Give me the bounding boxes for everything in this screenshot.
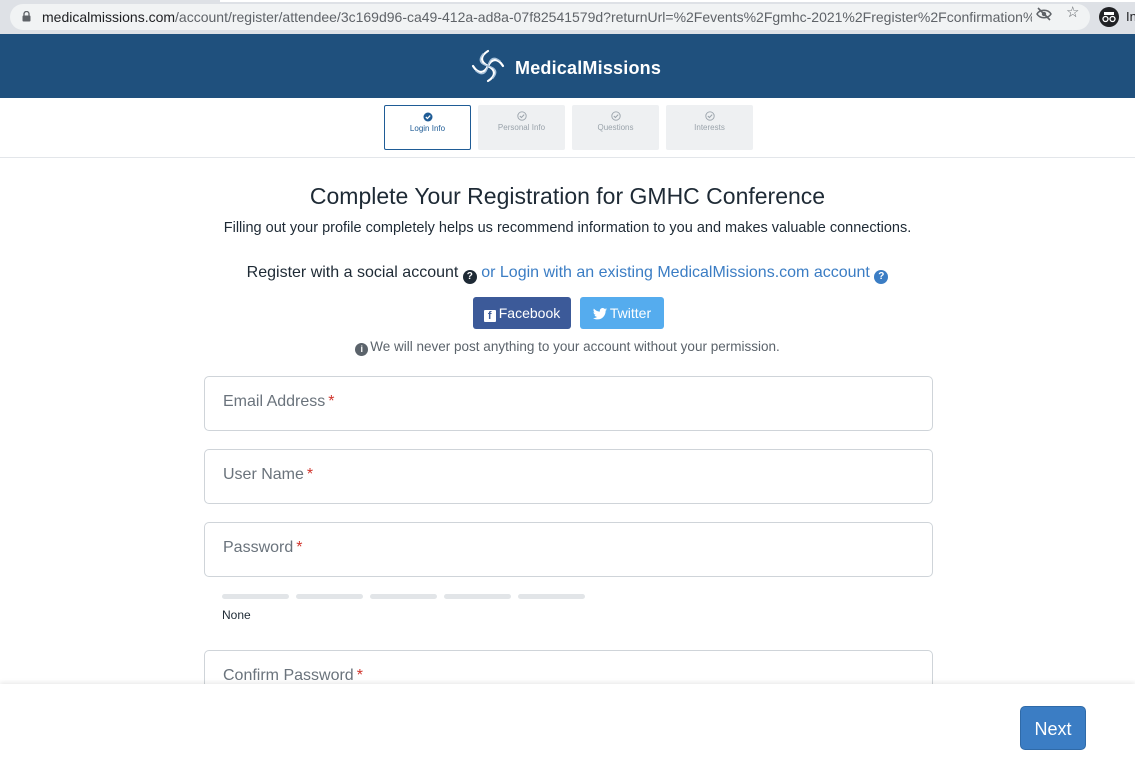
strength-segment <box>370 594 437 599</box>
required-marker: * <box>356 667 363 684</box>
bookmark-star-icon[interactable]: ☆ <box>1066 5 1079 20</box>
twitter-label: Twitter <box>609 305 652 321</box>
facebook-icon: f <box>483 310 496 322</box>
logo-text[interactable]: MedicalMissions <box>515 58 661 79</box>
username-field[interactable]: User Name * <box>204 449 933 504</box>
social-login-prompt: Register with a social account ? or Logi… <box>0 264 1135 284</box>
strength-segment <box>222 594 289 599</box>
required-marker: * <box>306 466 314 483</box>
facebook-login-button[interactable]: f Facebook <box>473 297 571 329</box>
browser-toolbar: medicalmissions.com/account/register/att… <box>0 0 1135 34</box>
existing-account-login-link[interactable]: or Login with an existing MedicalMission… <box>481 264 870 281</box>
page-subtitle: Filling out your profile completely help… <box>223 220 912 236</box>
strength-segment <box>296 594 363 599</box>
step-label: Personal Info <box>497 123 546 132</box>
social-prompt-text: Register with a social account <box>246 264 459 281</box>
password-strength-label: None <box>222 608 251 622</box>
tab-strip-edge <box>220 0 1135 2</box>
step-personal-info[interactable]: Personal Info <box>478 105 565 150</box>
step-label: Questions <box>597 123 634 132</box>
url-path: /account/register/attendee/3c169d96-ca49… <box>175 9 1032 25</box>
footer-bar <box>0 684 1135 767</box>
permission-note-text: We will never post anything to your acco… <box>370 339 780 354</box>
logo-icon[interactable] <box>470 48 506 84</box>
check-circle-icon <box>610 111 621 121</box>
step-label: Interests <box>694 123 725 132</box>
facebook-label: Facebook <box>498 305 561 321</box>
strength-segment <box>518 594 585 599</box>
email-field[interactable]: Email Address * <box>204 376 933 431</box>
strength-segment <box>444 594 511 599</box>
help-icon[interactable]: ? <box>462 270 477 284</box>
profile-label: In <box>1126 9 1135 24</box>
info-icon: i <box>355 343 369 356</box>
next-button[interactable]: Next <box>1020 706 1086 750</box>
username-label: User Name * <box>223 466 314 483</box>
incognito-icon[interactable] <box>1099 7 1119 27</box>
password-field[interactable]: Password * <box>204 522 933 577</box>
required-marker: * <box>328 393 335 410</box>
confirm-password-label: Confirm Password * <box>223 667 363 684</box>
step-questions[interactable]: Questions <box>572 105 659 150</box>
permission-note: i We will never post anything to your acc… <box>0 339 1135 356</box>
page-title: Complete Your Registration for GMHC Conf… <box>309 183 826 209</box>
lock-icon <box>22 11 31 22</box>
url-text: medicalmissions.com/account/register/att… <box>42 9 1032 25</box>
address-bar[interactable]: medicalmissions.com/account/register/att… <box>10 4 1090 30</box>
check-circle-icon <box>516 111 527 121</box>
site-header: MedicalMissions <box>0 34 1135 98</box>
email-label: Email Address * <box>223 393 335 410</box>
help-icon[interactable]: ? <box>874 270 889 284</box>
step-interests[interactable]: Interests <box>666 105 753 150</box>
step-label: Login Info <box>409 124 446 133</box>
check-circle-icon <box>423 112 432 122</box>
required-marker: * <box>296 539 303 556</box>
step-login-info[interactable]: Login Info <box>384 105 471 150</box>
password-label: Password * <box>223 539 303 556</box>
url-domain: medicalmissions.com <box>42 9 176 25</box>
check-circle-icon <box>704 111 715 121</box>
twitter-login-button[interactable]: Twitter <box>580 297 664 329</box>
registration-steps: Login Info Personal Info Questions Inter… <box>0 98 1135 158</box>
twitter-icon <box>592 308 607 320</box>
eye-slash-icon[interactable] <box>1036 7 1052 21</box>
